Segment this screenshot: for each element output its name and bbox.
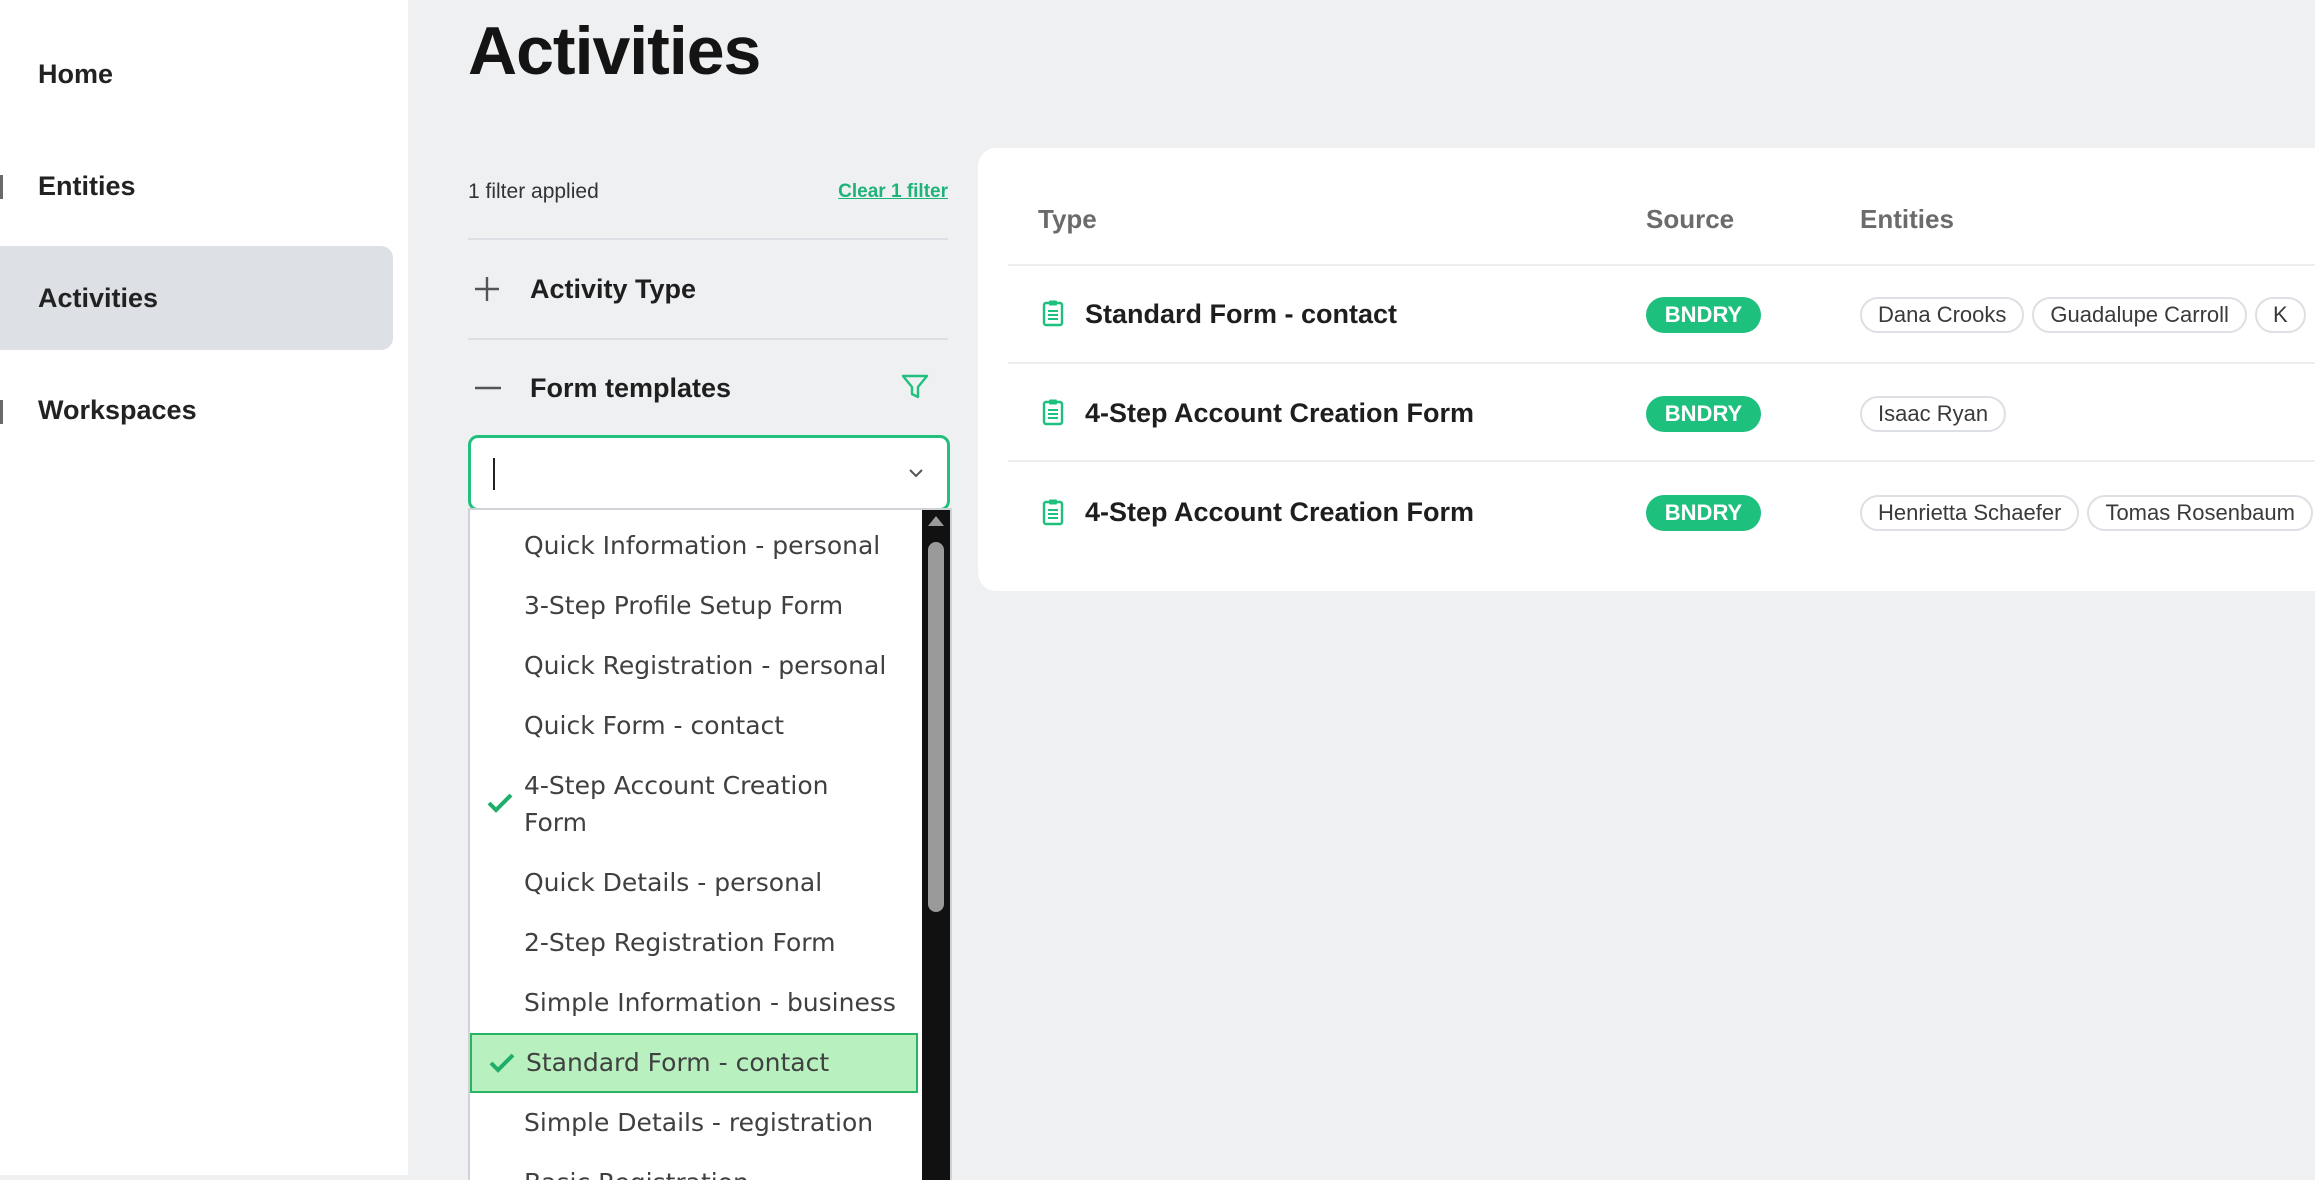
table-row[interactable]: Standard Form - contact BNDRY Dana Crook… xyxy=(978,266,2315,364)
sidebar-item-activities[interactable]: Activities xyxy=(0,246,393,350)
option-label: Standard Form - contact xyxy=(526,1048,830,1077)
filters-header: 1 filter applied Clear 1 filter xyxy=(468,180,948,204)
plus-icon[interactable] xyxy=(468,274,530,304)
option-standard-form-contact[interactable]: Standard Form - contact xyxy=(470,1033,918,1093)
sidebar-item-label: Home xyxy=(38,58,114,89)
sidebar: Home Entities Activities Workspaces xyxy=(0,0,408,1175)
option-label: Quick Details - personal xyxy=(524,868,823,897)
table-row[interactable]: 4-Step Account Creation Form BNDRY Isaac… xyxy=(978,364,2315,462)
entity-chip[interactable]: Dana Crooks xyxy=(1860,297,2025,333)
checkmark-icon xyxy=(487,793,513,813)
dropdown-scrollbar[interactable] xyxy=(922,510,950,1180)
option-quick-details-personal[interactable]: Quick Details - personal xyxy=(470,853,918,913)
column-header-type[interactable]: Type xyxy=(1038,204,1097,235)
option-simple-details-registration[interactable]: Simple Details - registration xyxy=(470,1093,918,1153)
entity-chips: Isaac Ryan xyxy=(1860,396,2007,432)
divider xyxy=(468,338,948,340)
sidebar-item-label: Activities xyxy=(38,282,159,313)
form-document-icon xyxy=(1042,300,1064,327)
filter-section-label: Activity Type xyxy=(530,273,697,304)
form-document-icon xyxy=(1042,499,1064,526)
form-templates-dropdown[interactable]: Quick Information - personal 3-Step Prof… xyxy=(468,508,952,1180)
table-row[interactable]: 4-Step Account Creation Form BNDRY Henri… xyxy=(978,462,2315,560)
form-templates-combobox[interactable] xyxy=(468,435,950,511)
form-document-icon xyxy=(1042,399,1064,426)
option-2-step-registration-form[interactable]: 2-Step Registration Form xyxy=(470,913,918,973)
divider xyxy=(468,238,948,240)
column-header-source[interactable]: Source xyxy=(1646,204,1734,235)
option-label: Simple Details - registration xyxy=(524,1108,874,1137)
sidebar-item-label: Workspaces xyxy=(38,394,197,425)
column-header-entities[interactable]: Entities xyxy=(1860,204,1954,235)
source-badge: BNDRY xyxy=(1646,297,1761,333)
clear-filters-link[interactable]: Clear 1 filter xyxy=(838,181,948,203)
filter-count-text: 1 filter applied xyxy=(468,180,599,203)
filter-section-activity-type[interactable]: Activity Type xyxy=(468,259,948,319)
filter-section-label: Form templates xyxy=(530,372,732,403)
option-simple-information-business[interactable]: Simple Information - business xyxy=(470,973,918,1033)
option-label: Quick Registration - personal xyxy=(524,651,887,680)
option-label: 4-Step Account Creation Form xyxy=(524,771,829,837)
option-quick-form-contact[interactable]: Quick Form - contact xyxy=(470,696,918,756)
option-quick-registration-personal[interactable]: Quick Registration - personal xyxy=(470,636,918,696)
activities-table: Type Source Entities Standard Form - con… xyxy=(978,148,2315,591)
filter-funnel-icon xyxy=(901,374,929,399)
option-label: Quick Information - personal xyxy=(524,531,881,560)
sidebar-item-label: Entities xyxy=(38,170,136,201)
option-label: 2-Step Registration Form xyxy=(524,928,836,957)
scroll-up-arrow-icon[interactable] xyxy=(928,516,944,526)
entity-chip[interactable]: Guadalupe Carroll xyxy=(2032,297,2247,333)
sidebar-item-home[interactable]: Home xyxy=(0,22,393,126)
entity-chips: Dana Crooks Guadalupe Carroll K xyxy=(1860,297,2306,333)
option-label: Quick Form - contact xyxy=(524,711,785,740)
scrollbar-thumb[interactable] xyxy=(928,542,944,912)
option-3-step-profile-setup-form[interactable]: 3-Step Profile Setup Form xyxy=(470,576,918,636)
entity-chips: Henrietta Schaefer Tomas Rosenbaum xyxy=(1860,495,2313,531)
entity-chip[interactable]: Tomas Rosenbaum xyxy=(2087,495,2313,531)
page-title: Activities xyxy=(468,13,761,89)
option-basic-registration[interactable]: Basic Registration xyxy=(470,1153,918,1180)
text-cursor xyxy=(493,458,495,490)
source-badge: BNDRY xyxy=(1646,396,1761,432)
option-label: 3-Step Profile Setup Form xyxy=(524,591,844,620)
source-badge: BNDRY xyxy=(1646,495,1761,531)
checkmark-icon xyxy=(489,1053,515,1073)
sidebar-item-entities[interactable]: Entities xyxy=(0,134,393,238)
chevron-down-icon[interactable] xyxy=(905,462,927,484)
activity-type-text: 4-Step Account Creation Form xyxy=(1085,398,1475,428)
option-quick-information-personal[interactable]: Quick Information - personal xyxy=(470,516,918,576)
option-4-step-account-creation-form[interactable]: 4-Step Account Creation Form xyxy=(470,756,918,853)
entity-chip[interactable]: Henrietta Schaefer xyxy=(1860,495,2080,531)
activity-type-text: Standard Form - contact xyxy=(1085,299,1398,329)
option-label: Simple Information - business xyxy=(524,988,896,1017)
filter-section-form-templates[interactable]: Form templates xyxy=(468,358,948,418)
entity-chip[interactable]: Isaac Ryan xyxy=(1860,396,2007,432)
minus-icon[interactable] xyxy=(468,373,530,403)
sidebar-item-workspaces[interactable]: Workspaces xyxy=(0,358,393,462)
activity-type-text: 4-Step Account Creation Form xyxy=(1085,497,1475,527)
option-label: Basic Registration xyxy=(524,1164,749,1180)
entity-chip[interactable]: K xyxy=(2254,297,2306,333)
